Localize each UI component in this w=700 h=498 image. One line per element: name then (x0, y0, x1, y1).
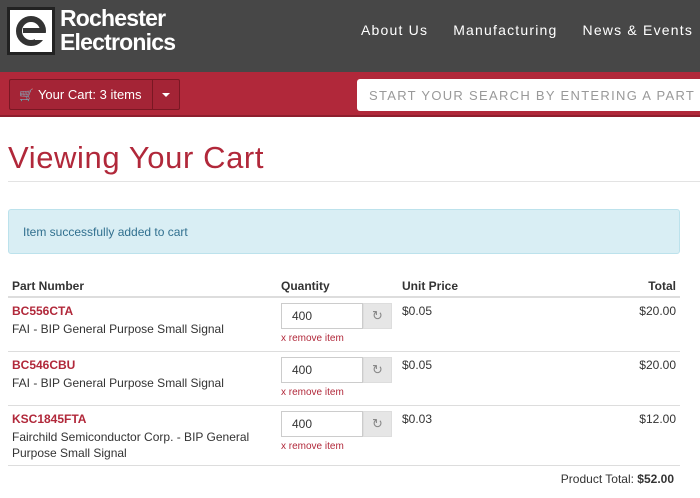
table-row: BC556CTA FAI - BIP General Purpose Small… (8, 298, 680, 352)
line-total: $12.00 (639, 412, 676, 426)
brand-name: Rochester Electronics (60, 5, 176, 55)
refresh-icon[interactable]: ↻ (363, 303, 392, 329)
search-input[interactable]: START YOUR SEARCH BY ENTERING A PART NUM… (357, 79, 700, 111)
header-part-number: Part Number (12, 279, 85, 293)
table-row: KSC1845FTA Fairchild Semiconductor Corp.… (8, 406, 680, 466)
product-total: Product Total: $52.00 (561, 472, 674, 486)
part-description: Fairchild Semiconductor Corp. - BIP Gene… (12, 430, 250, 460)
logo-icon (7, 7, 55, 55)
part-description: FAI - BIP General Purpose Small Signal (12, 322, 224, 336)
table-header: Part Number Quantity Unit Price Total (8, 276, 680, 298)
product-total-label: Product Total: (560, 472, 634, 486)
main-nav: About Us Manufacturing News & Events (361, 22, 700, 38)
cart-dropdown-toggle[interactable] (152, 79, 180, 110)
brand-logo[interactable]: Rochester Electronics (7, 5, 176, 57)
unit-price: $0.05 (402, 304, 433, 318)
header-quantity: Quantity (281, 279, 330, 293)
cart-button[interactable]: 🛒 Your Cart: 3 items (9, 79, 153, 110)
remove-item-link[interactable]: x remove item (281, 441, 344, 452)
success-alert: Item successfully added to cart (8, 209, 680, 254)
line-total: $20.00 (639, 304, 676, 318)
header-total: Total (648, 279, 676, 293)
nav-manufacturing[interactable]: Manufacturing (453, 22, 557, 38)
line-total: $20.00 (639, 358, 676, 372)
product-total-value: $52.00 (637, 472, 674, 486)
cart-table: Part Number Quantity Unit Price Total BC… (8, 276, 680, 466)
part-number-link[interactable]: BC556CTA (12, 304, 73, 318)
table-row: BC546CBU FAI - BIP General Purpose Small… (8, 352, 680, 406)
brand-line1: Rochester (60, 5, 166, 31)
unit-price: $0.05 (402, 358, 433, 372)
part-description: FAI - BIP General Purpose Small Signal (12, 376, 224, 390)
header-unit-price: Unit Price (402, 279, 459, 293)
unit-price: $0.03 (402, 412, 433, 426)
cart-icon: 🛒 (19, 87, 34, 102)
top-header: Rochester Electronics About Us Manufactu… (0, 0, 700, 72)
cart-label: Your Cart: 3 items (37, 87, 142, 102)
remove-item-link[interactable]: x remove item (281, 333, 344, 344)
title-divider (8, 181, 700, 182)
part-number-link[interactable]: BC546CBU (12, 358, 75, 372)
nav-about-us[interactable]: About Us (361, 22, 428, 38)
part-number-link[interactable]: KSC1845FTA (12, 412, 86, 426)
page-title: Viewing Your Cart (8, 140, 265, 175)
quantity-input[interactable]: 400 (281, 357, 363, 383)
action-bar: 🛒 Your Cart: 3 items START YOUR SEARCH B… (0, 72, 700, 117)
quantity-input[interactable]: 400 (281, 411, 363, 437)
quantity-input[interactable]: 400 (281, 303, 363, 329)
refresh-icon[interactable]: ↻ (363, 357, 392, 383)
nav-news-events[interactable]: News & Events (583, 22, 694, 38)
refresh-icon[interactable]: ↻ (363, 411, 392, 437)
brand-line2: Electronics (60, 29, 176, 55)
remove-item-link[interactable]: x remove item (281, 387, 344, 398)
caret-down-icon (162, 92, 170, 97)
